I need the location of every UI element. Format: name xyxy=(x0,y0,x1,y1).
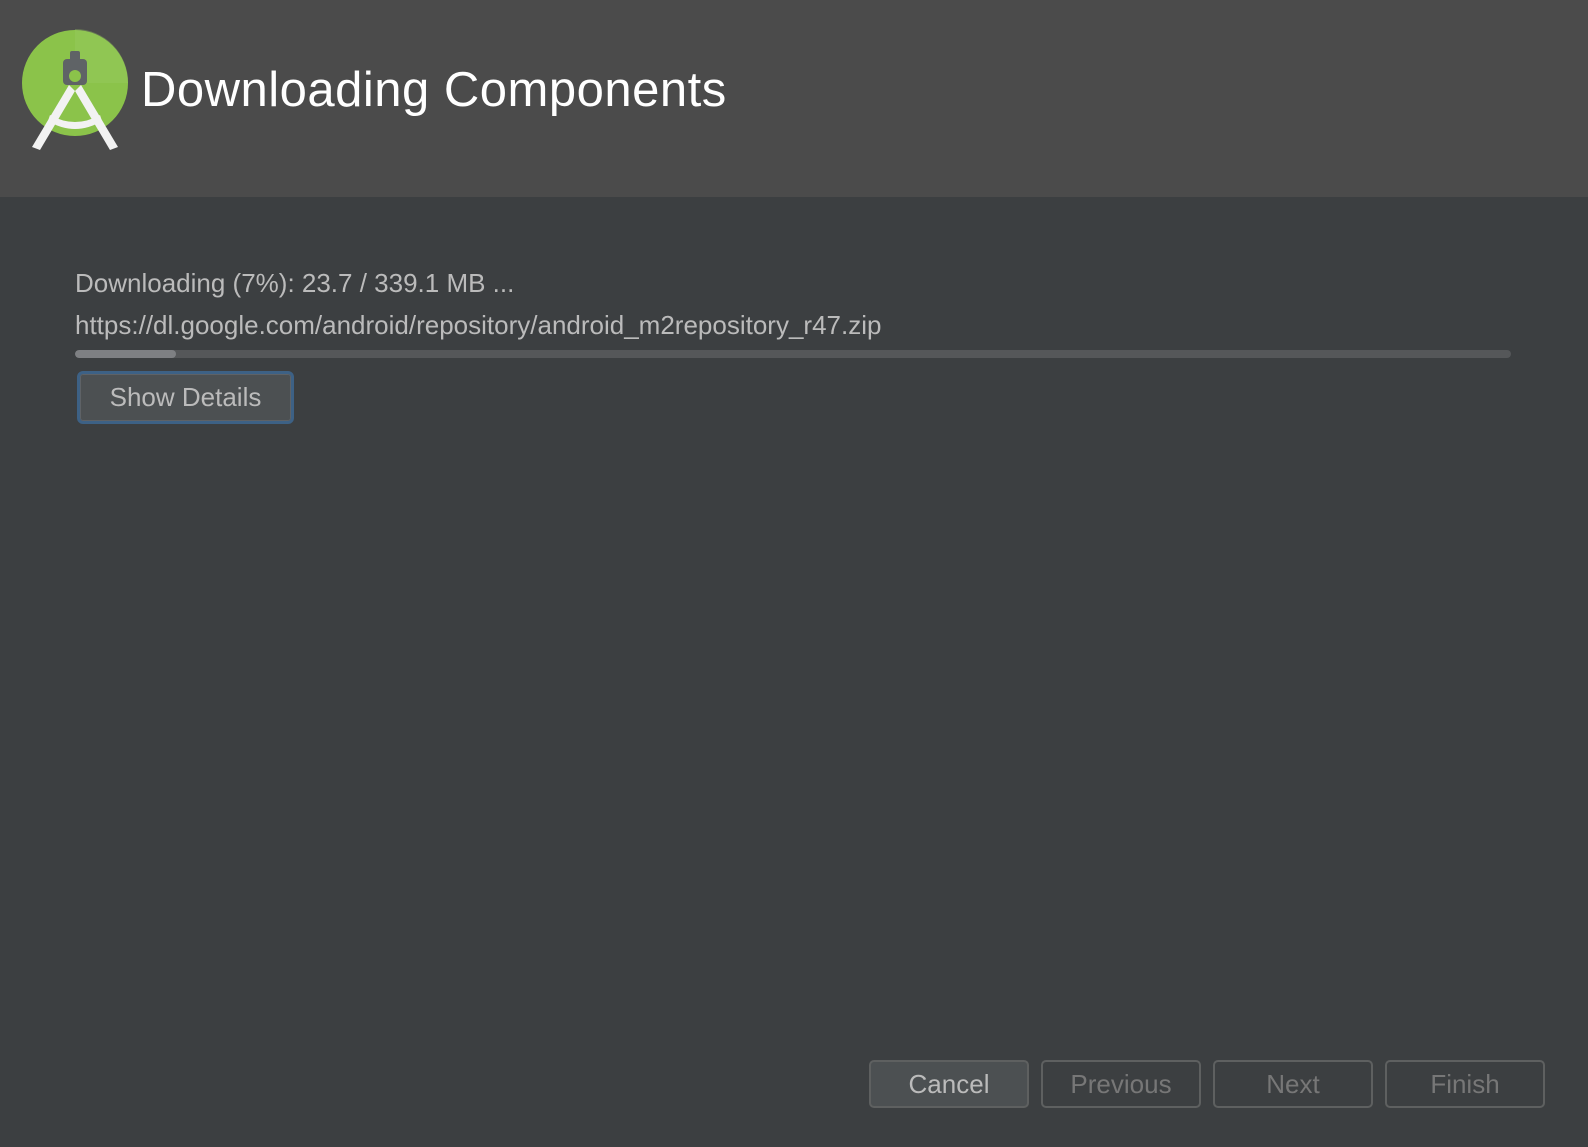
download-url-text: https://dl.google.com/android/repository… xyxy=(75,310,882,340)
android-studio-logo-icon xyxy=(22,29,132,151)
cancel-button[interactable]: Cancel xyxy=(869,1060,1029,1108)
wizard-header: Downloading Components xyxy=(0,0,1588,197)
download-progress-bar xyxy=(75,350,1511,358)
next-button[interactable]: Next xyxy=(1213,1060,1373,1108)
page-title: Downloading Components xyxy=(141,63,727,117)
download-progress-fill xyxy=(75,350,176,358)
show-details-button[interactable]: Show Details xyxy=(77,371,294,424)
download-status-text: Downloading (7%): 23.7 / 339.1 MB ... xyxy=(75,268,515,298)
previous-button[interactable]: Previous xyxy=(1041,1060,1201,1108)
finish-button[interactable]: Finish xyxy=(1385,1060,1545,1108)
